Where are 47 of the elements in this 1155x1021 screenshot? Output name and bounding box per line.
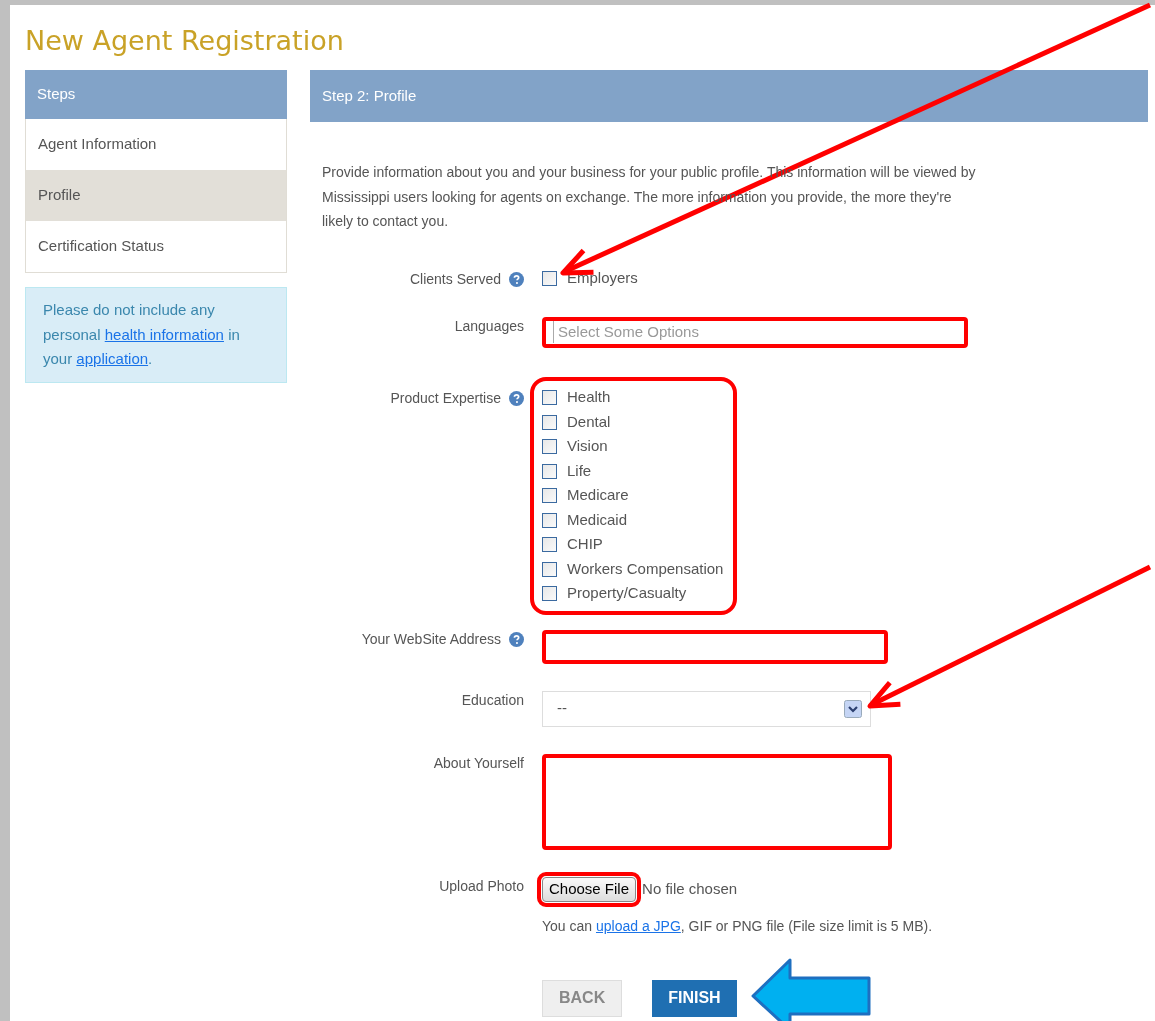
option-label: Vision — [567, 436, 608, 457]
dropdown-field[interactable]: -- — [542, 690, 871, 727]
field-label: Clients Served — [409, 270, 501, 289]
text-link[interactable]: health information — [104, 325, 224, 343]
checkbox[interactable] — [542, 537, 557, 552]
hint-text: You can upload a JPG, GIF or PNG file (File size limit is 5 MB). — [542, 916, 933, 936]
option-label: Workers Compensation — [567, 558, 724, 579]
panel-header: Step 2: Profile — [310, 70, 1148, 122]
option-label: Property/Casualty — [567, 583, 687, 604]
help-icon[interactable] — [509, 391, 524, 406]
option-label: Medicaid — [567, 509, 628, 530]
option-label: Health — [567, 387, 611, 408]
notice-text: Please do not include any personal health information in your application. — [43, 300, 241, 369]
checkbox[interactable] — [542, 586, 557, 601]
option-label: Employers — [567, 268, 638, 289]
file-status: No file chosen — [642, 878, 738, 899]
text-link[interactable]: application — [76, 350, 149, 367]
checkbox[interactable] — [542, 463, 557, 479]
checkbox[interactable] — [542, 488, 557, 503]
chevron-down-icon — [844, 699, 862, 718]
field-label: About Yourself — [433, 754, 524, 773]
checkbox[interactable] — [542, 439, 557, 454]
field-label: Upload Photo — [439, 877, 524, 896]
checkbox[interactable] — [542, 390, 557, 405]
option-label: Dental — [567, 411, 611, 432]
multi-select-field[interactable]: Select Some Options — [542, 316, 968, 348]
field-label: Your WebSite Address — [361, 630, 501, 649]
step-item[interactable]: Profile — [26, 170, 286, 221]
option-label: Medicare — [567, 485, 629, 506]
checkbox[interactable] — [542, 414, 557, 430]
option-label: Life — [567, 460, 592, 481]
checkbox[interactable] — [542, 561, 557, 577]
text-area-field[interactable] — [542, 753, 892, 850]
field-label: Languages — [454, 317, 524, 336]
page-title: New Agent Registration — [25, 24, 345, 58]
field-label: Product Expertise — [390, 389, 501, 408]
field-label: Education — [461, 691, 524, 710]
help-icon[interactable] — [509, 632, 524, 647]
text-link[interactable]: upload a JPG — [596, 917, 681, 934]
text-input-field[interactable] — [542, 629, 888, 664]
option-label: CHIP — [567, 534, 603, 555]
back-button[interactable]: BACK — [542, 979, 623, 1017]
checkbox[interactable] — [542, 271, 557, 286]
checkbox[interactable] — [542, 512, 557, 528]
sidebar-header: Steps — [25, 70, 287, 119]
finish-button[interactable]: FINISH — [652, 979, 737, 1017]
help-icon[interactable] — [509, 272, 524, 287]
